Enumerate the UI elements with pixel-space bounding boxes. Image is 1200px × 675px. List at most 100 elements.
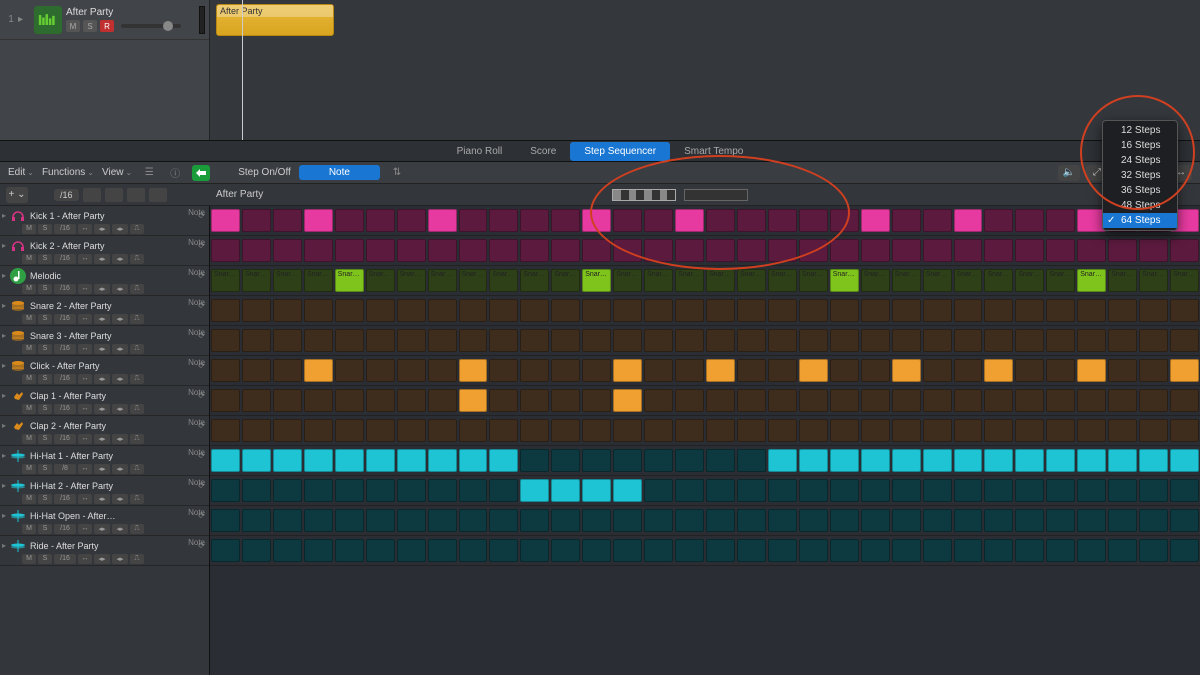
step-cell[interactable]: Snar…: [892, 269, 921, 292]
step-cell[interactable]: [1015, 449, 1044, 472]
step-cell[interactable]: [428, 419, 457, 442]
step-cell[interactable]: [1108, 479, 1137, 502]
step-cell[interactable]: Snar…: [1170, 269, 1199, 292]
row-direction[interactable]: ↔: [78, 254, 92, 264]
step-cell[interactable]: [211, 509, 240, 532]
step-cell[interactable]: [551, 329, 580, 352]
step-cell[interactable]: [335, 509, 364, 532]
step-cell[interactable]: [1108, 359, 1137, 382]
step-cell[interactable]: [397, 359, 426, 382]
step-cell[interactable]: [861, 449, 890, 472]
step-cell[interactable]: [397, 479, 426, 502]
steps-option[interactable]: 64 Steps: [1103, 213, 1177, 228]
step-cell[interactable]: [830, 539, 859, 562]
row-shift-left[interactable]: ◂▸: [94, 254, 110, 264]
step-cell[interactable]: [737, 239, 766, 262]
step-cell[interactable]: [799, 539, 828, 562]
step-cell[interactable]: [335, 359, 364, 382]
step-cell[interactable]: Snar…: [613, 269, 642, 292]
step-cell[interactable]: [644, 329, 673, 352]
row-disclosure-icon[interactable]: ▸: [2, 211, 6, 220]
step-cell[interactable]: [335, 539, 364, 562]
step-cell[interactable]: [304, 419, 333, 442]
step-cell[interactable]: [1015, 329, 1044, 352]
row-shift-right[interactable]: ◂▸: [112, 314, 128, 324]
step-cell[interactable]: [984, 239, 1013, 262]
step-cell[interactable]: [706, 209, 735, 232]
step-cell[interactable]: [1108, 389, 1137, 412]
row-solo[interactable]: S: [38, 224, 52, 234]
row-shift-right[interactable]: ◂▸: [112, 464, 128, 474]
row-mute[interactable]: M: [22, 404, 36, 414]
row-solo[interactable]: S: [38, 374, 52, 384]
step-cell[interactable]: [737, 329, 766, 352]
step-cell[interactable]: [799, 329, 828, 352]
step-cell[interactable]: [1139, 479, 1168, 502]
step-cell[interactable]: [489, 209, 518, 232]
step-cell[interactable]: [954, 479, 983, 502]
step-cell[interactable]: [520, 419, 549, 442]
row-header[interactable]: Note▸Snare 2 - After Party⟳MS/16↔◂▸◂▸⎍: [0, 296, 209, 326]
step-cell[interactable]: [768, 329, 797, 352]
step-cell[interactable]: [551, 239, 580, 262]
step-cell[interactable]: [644, 479, 673, 502]
step-cell[interactable]: [397, 419, 426, 442]
step-cell[interactable]: [1046, 299, 1075, 322]
row-shift-left[interactable]: ◂▸: [94, 374, 110, 384]
step-cell[interactable]: [675, 479, 704, 502]
step-cell[interactable]: [335, 419, 364, 442]
step-cell[interactable]: [242, 299, 271, 322]
step-cell[interactable]: [551, 359, 580, 382]
row-header[interactable]: Note▸Ride - After Party⟳MS/16↔◂▸◂▸⎍: [0, 536, 209, 566]
row-direction[interactable]: ↔: [78, 314, 92, 324]
step-cell[interactable]: Snar…: [397, 269, 426, 292]
step-cell[interactable]: [1046, 209, 1075, 232]
step-cell[interactable]: [242, 209, 271, 232]
step-cell[interactable]: Snar…: [675, 269, 704, 292]
step-cell[interactable]: [428, 479, 457, 502]
page-1[interactable]: [612, 189, 676, 201]
step-cell[interactable]: [242, 419, 271, 442]
step-cell[interactable]: Snar…: [1015, 269, 1044, 292]
step-cell[interactable]: [273, 509, 302, 532]
step-cell[interactable]: [768, 209, 797, 232]
step-cell[interactable]: [830, 509, 859, 532]
edit-mode-select[interactable]: Note: [299, 165, 380, 180]
step-cell[interactable]: [892, 209, 921, 232]
volume-slider[interactable]: [121, 24, 181, 28]
row-direction[interactable]: ↔: [78, 524, 92, 534]
step-cell[interactable]: [582, 209, 611, 232]
step-cell[interactable]: [366, 299, 395, 322]
row-mute[interactable]: M: [22, 224, 36, 234]
step-cell[interactable]: [1015, 209, 1044, 232]
step-cell[interactable]: Snar…: [459, 269, 488, 292]
row-division[interactable]: /16: [54, 284, 76, 294]
step-cell[interactable]: [954, 329, 983, 352]
step-cell[interactable]: [489, 299, 518, 322]
step-cell[interactable]: [954, 239, 983, 262]
step-cell[interactable]: [830, 329, 859, 352]
step-cell[interactable]: [1077, 419, 1106, 442]
tab-step-sequencer[interactable]: Step Sequencer: [570, 142, 670, 161]
page-2[interactable]: [684, 189, 748, 201]
step-cell[interactable]: [1170, 479, 1199, 502]
step-cell[interactable]: [520, 329, 549, 352]
step-cell[interactable]: [489, 239, 518, 262]
step-cell[interactable]: [923, 449, 952, 472]
step-cell[interactable]: [830, 359, 859, 382]
step-cell[interactable]: [1170, 299, 1199, 322]
step-cell[interactable]: [211, 329, 240, 352]
step-cell[interactable]: [273, 479, 302, 502]
step-cell[interactable]: [799, 359, 828, 382]
step-cell[interactable]: [582, 449, 611, 472]
row-division[interactable]: /8: [54, 464, 76, 474]
mute-button[interactable]: M: [66, 20, 80, 32]
row-mute[interactable]: M: [22, 374, 36, 384]
step-cell[interactable]: [1108, 419, 1137, 442]
row-mute[interactable]: M: [22, 494, 36, 504]
step-cell[interactable]: [211, 389, 240, 412]
step-cell[interactable]: [799, 479, 828, 502]
row-mute[interactable]: M: [22, 524, 36, 534]
row-header[interactable]: Note▸Clap 2 - After Party⟳MS/16↔◂▸◂▸⎍: [0, 416, 209, 446]
step-cell[interactable]: [1170, 539, 1199, 562]
